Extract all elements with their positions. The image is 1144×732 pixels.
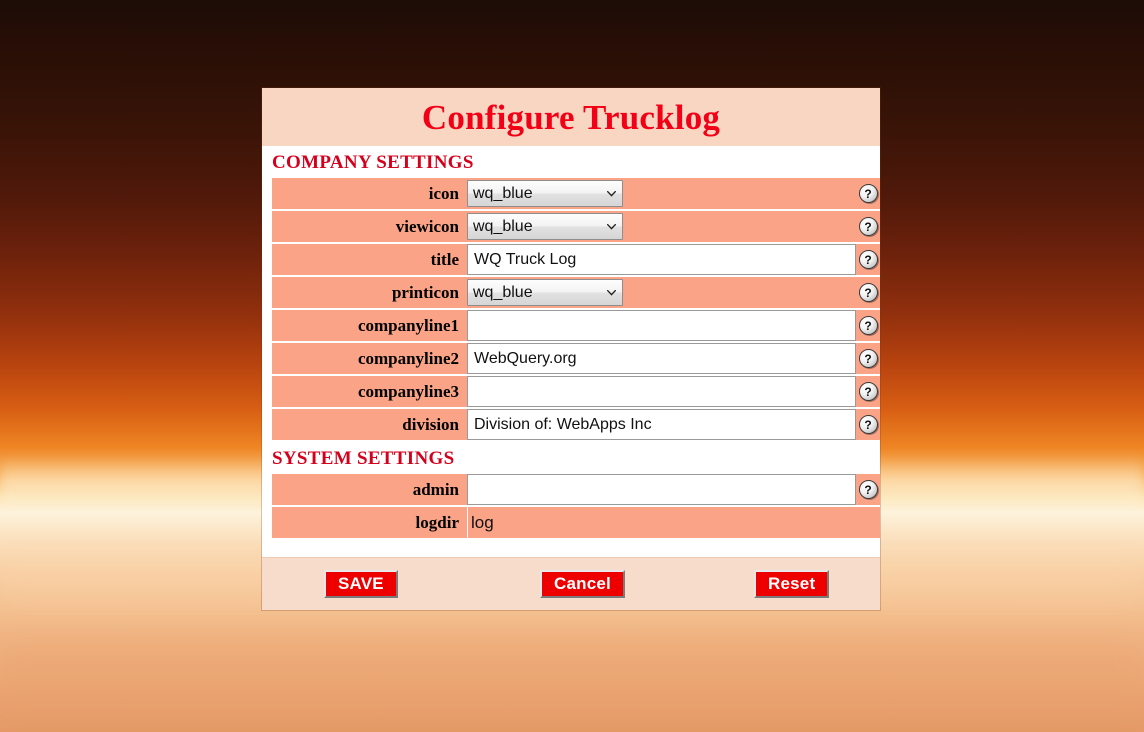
help-cell: ? [856, 178, 880, 209]
help-question-icon[interactable]: ? [858, 217, 878, 236]
setting-row: logdir log [262, 507, 880, 538]
help-cell: ? [856, 376, 880, 407]
setting-field-cell: log [467, 507, 856, 538]
help-question-icon[interactable]: ? [858, 349, 878, 368]
setting-value-logdir: log [467, 507, 856, 538]
setting-field-cell [467, 376, 856, 407]
help-cell: ? [856, 409, 880, 440]
help-question-icon[interactable]: ? [858, 250, 878, 269]
input-admin[interactable] [467, 474, 856, 505]
help-cell: ? [856, 310, 880, 341]
input-companyline1[interactable] [467, 310, 856, 341]
select-wrapper: wq_blue [467, 213, 623, 240]
page-title: Configure Trucklog [421, 97, 721, 137]
setting-field-cell: wq_blue [467, 178, 856, 209]
setting-row: companyline3? [262, 376, 880, 407]
setting-row: companyline2? [262, 343, 880, 374]
setting-row: admin? [262, 474, 880, 505]
setting-row: companyline1? [262, 310, 880, 341]
help-question-icon[interactable]: ? [858, 382, 878, 401]
help-question-icon[interactable]: ? [858, 283, 878, 302]
setting-label-companyline1: companyline1 [272, 310, 467, 341]
setting-label-logdir: logdir [272, 507, 467, 538]
input-companyline3[interactable] [467, 376, 856, 407]
help-question-icon[interactable]: ? [858, 415, 878, 434]
setting-label-admin: admin [272, 474, 467, 505]
setting-label-companyline2: companyline2 [272, 343, 467, 374]
settings-scroll-area[interactable]: COMPANY SETTINGS icon wq_blue? viewicon wq_b… [262, 146, 880, 557]
help-question-icon[interactable]: ? [858, 316, 878, 335]
dialog-footer: SAVE Cancel Reset [262, 557, 880, 610]
setting-row: printicon wq_blue? [262, 277, 880, 308]
save-button[interactable]: SAVE [324, 569, 398, 599]
select-wrapper: wq_blue [467, 279, 623, 306]
section-heading: COMPANY SETTINGS [272, 152, 474, 173]
select-printicon[interactable]: wq_blue [467, 279, 623, 306]
setting-field-cell [467, 474, 856, 505]
setting-row: division? [262, 409, 880, 440]
help-cell: ? [856, 277, 880, 308]
help-cell: ? [856, 343, 880, 374]
select-icon[interactable]: wq_blue [467, 180, 623, 207]
setting-field-cell [467, 343, 856, 374]
setting-field-cell [467, 244, 856, 275]
section-heading: SYSTEM SETTINGS [272, 448, 455, 469]
select-wrapper: wq_blue [467, 180, 623, 207]
help-cell: ? [856, 244, 880, 275]
configure-dialog: Configure Trucklog COMPANY SETTINGS icon w… [262, 88, 880, 610]
setting-label-title: title [272, 244, 467, 275]
setting-field-cell: wq_blue [467, 277, 856, 308]
input-division[interactable] [467, 409, 856, 440]
setting-label-companyline3: companyline3 [272, 376, 467, 407]
setting-field-cell [467, 409, 856, 440]
setting-label-viewicon: viewicon [272, 211, 467, 242]
help-cell [856, 507, 880, 538]
help-question-icon[interactable]: ? [858, 184, 878, 203]
help-cell: ? [856, 211, 880, 242]
setting-label-division: division [272, 409, 467, 440]
settings-form: COMPANY SETTINGS icon wq_blue? viewicon wq_b… [262, 146, 880, 538]
input-companyline2[interactable] [467, 343, 856, 374]
dialog-header: Configure Trucklog [262, 88, 880, 146]
setting-row: title? [262, 244, 880, 275]
background-cloud-band-2 [0, 640, 1144, 730]
setting-field-cell: wq_blue [467, 211, 856, 242]
input-title[interactable] [467, 244, 856, 275]
setting-label-printicon: printicon [272, 277, 467, 308]
setting-label-icon: icon [272, 178, 467, 209]
cancel-button[interactable]: Cancel [540, 569, 625, 599]
setting-row: viewicon wq_blue? [262, 211, 880, 242]
setting-field-cell [467, 310, 856, 341]
help-cell: ? [856, 474, 880, 505]
reset-button[interactable]: Reset [754, 569, 830, 599]
help-question-icon[interactable]: ? [858, 480, 878, 499]
setting-row: icon wq_blue? [262, 178, 880, 209]
select-viewicon[interactable]: wq_blue [467, 213, 623, 240]
